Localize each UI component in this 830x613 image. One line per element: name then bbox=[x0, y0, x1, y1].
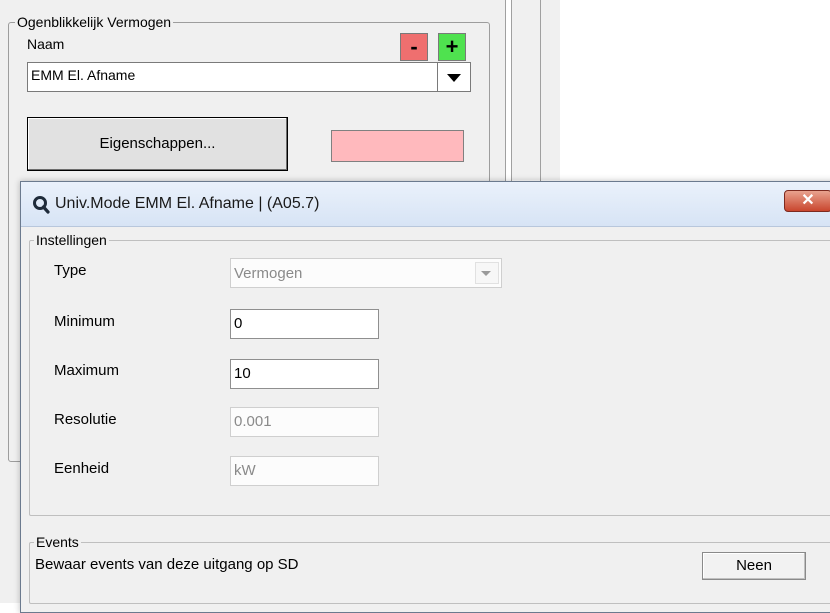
type-dropdown-button[interactable] bbox=[475, 262, 499, 284]
color-swatch bbox=[331, 130, 464, 162]
dialog-title: Univ.Mode EMM El. Afname | (A05.7) bbox=[55, 195, 320, 212]
background-strip bbox=[512, 0, 560, 180]
add-button[interactable]: + bbox=[438, 33, 466, 61]
search-icon bbox=[33, 196, 50, 214]
name-combobox[interactable]: EMM El. Afname bbox=[27, 62, 471, 92]
resolution-label: Resolutie bbox=[54, 411, 117, 428]
name-label: Naam bbox=[27, 36, 65, 52]
events-group-title: Events bbox=[34, 534, 81, 550]
resolution-field: 0.001 bbox=[230, 407, 379, 437]
vermogen-group-title: Ogenblikkelijk Vermogen bbox=[15, 14, 174, 30]
type-dropdown[interactable]: Vermogen bbox=[230, 258, 502, 288]
group-edge bbox=[8, 432, 12, 460]
events-toggle-button[interactable]: Neen bbox=[702, 552, 806, 580]
events-description: Bewaar events van deze uitgang op SD bbox=[35, 556, 299, 573]
splitter-line bbox=[540, 0, 541, 181]
name-combobox-value: EMM El. Afname bbox=[31, 67, 136, 83]
maximum-field[interactable]: 10 bbox=[230, 359, 379, 389]
remove-button[interactable]: - bbox=[400, 33, 428, 61]
close-icon: ✕ bbox=[801, 192, 815, 209]
chevron-down-icon bbox=[481, 271, 491, 276]
univ-mode-dialog: Univ.Mode EMM El. Afname | (A05.7) ✕ Ins… bbox=[20, 181, 830, 613]
minimum-label: Minimum bbox=[54, 313, 115, 330]
dialog-titlebar[interactable]: Univ.Mode EMM El. Afname | (A05.7) ✕ bbox=[21, 182, 830, 227]
properties-button[interactable]: Eigenschappen... bbox=[27, 117, 288, 171]
maximum-label: Maximum bbox=[54, 362, 120, 379]
minimum-field[interactable]: 0 bbox=[230, 309, 379, 339]
chevron-down-icon bbox=[447, 74, 461, 82]
unit-label: Eenheid bbox=[54, 460, 110, 477]
unit-field: kW bbox=[230, 456, 379, 486]
close-button[interactable]: ✕ bbox=[784, 190, 830, 212]
type-label: Type bbox=[54, 262, 87, 279]
settings-group-title: Instellingen bbox=[34, 232, 109, 248]
type-dropdown-value: Vermogen bbox=[234, 265, 303, 282]
combobox-dropdown-button[interactable] bbox=[437, 63, 470, 91]
